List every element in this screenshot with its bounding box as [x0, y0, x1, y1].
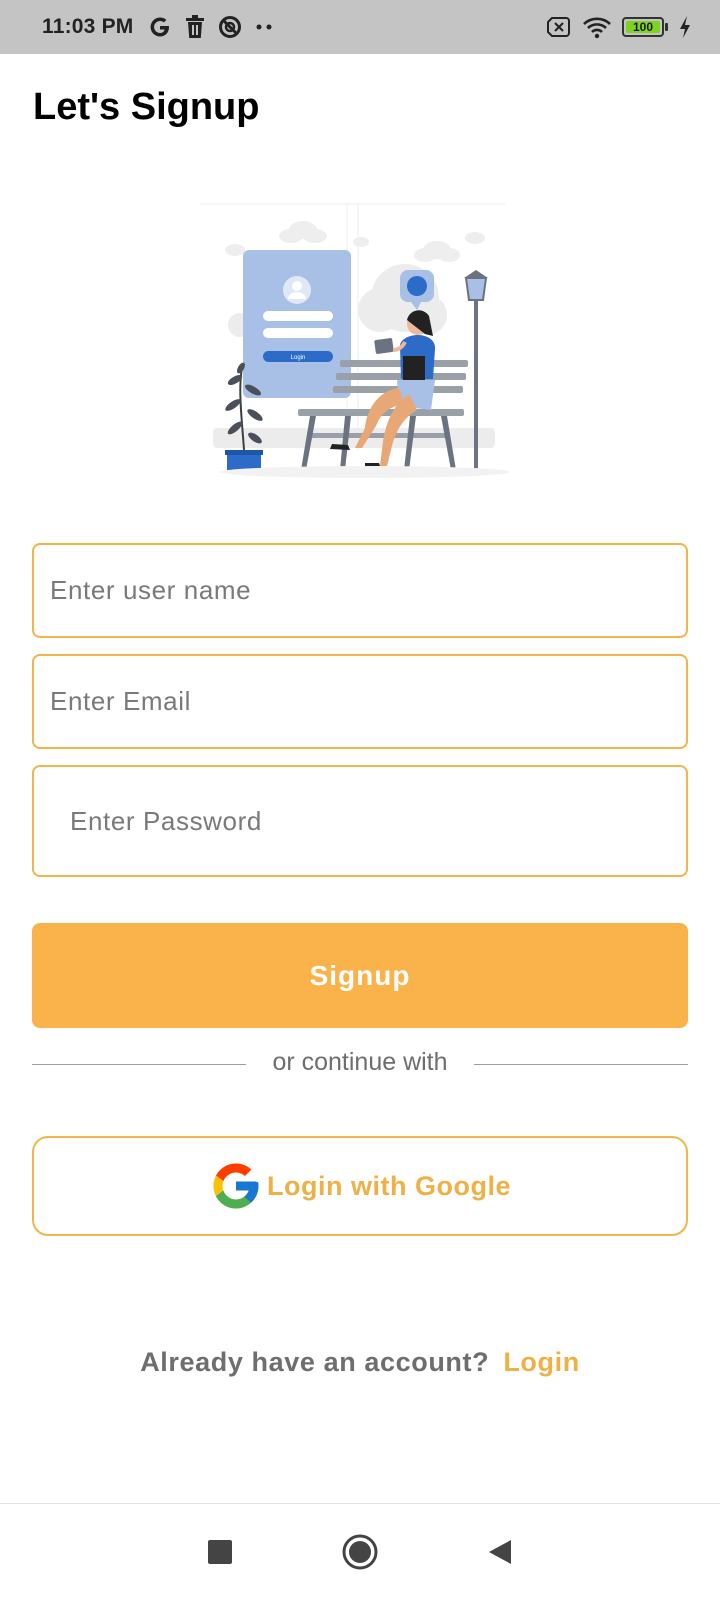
back-triangle-icon[interactable]	[487, 1538, 513, 1566]
battery-tip	[665, 23, 668, 31]
status-time: 11:03 PM	[42, 15, 134, 38]
account-prompt: Already have an account?	[140, 1347, 490, 1377]
charging-icon	[680, 16, 690, 38]
wifi-icon	[583, 17, 611, 39]
delete-icon	[185, 15, 204, 38]
username-input[interactable]	[50, 575, 686, 606]
recents-square-icon[interactable]	[207, 1539, 233, 1565]
email-field[interactable]	[32, 654, 688, 749]
username-field[interactable]	[32, 543, 688, 638]
google-logo-icon	[213, 1163, 259, 1209]
status-bar: 11:03 PM 100	[0, 0, 720, 54]
password-input[interactable]	[70, 805, 686, 837]
status-right-icons: 100	[546, 15, 692, 39]
blocked-icon	[218, 16, 241, 38]
google-button-label: Login with Google	[267, 1170, 511, 1201]
page-title: Let's Signup	[33, 86, 260, 128]
navigation-bar	[0, 1503, 720, 1600]
account-row: Already have an account? Login	[0, 1347, 720, 1378]
divider-line-left	[32, 1064, 246, 1065]
battery-body: 100	[622, 17, 664, 37]
status-left-icons	[148, 15, 274, 39]
home-circle-icon[interactable]	[341, 1533, 379, 1571]
illustration-login-text: Login	[291, 355, 306, 361]
divider-line-right	[474, 1064, 688, 1065]
login-link[interactable]: Login	[503, 1347, 579, 1377]
login-with-google-button[interactable]: Login with Google	[32, 1136, 688, 1236]
google-icon	[150, 17, 169, 37]
divider-text: or continue with	[272, 1048, 448, 1076]
sim-off-icon	[547, 17, 570, 37]
signup-button[interactable]: Signup	[32, 923, 688, 1028]
password-field[interactable]	[32, 765, 688, 877]
email-input[interactable]	[50, 686, 686, 717]
signup-illustration: Login	[200, 203, 510, 478]
battery-level: 100	[632, 20, 654, 34]
more-dots-icon	[256, 24, 271, 30]
battery-icon: 100	[622, 17, 668, 37]
